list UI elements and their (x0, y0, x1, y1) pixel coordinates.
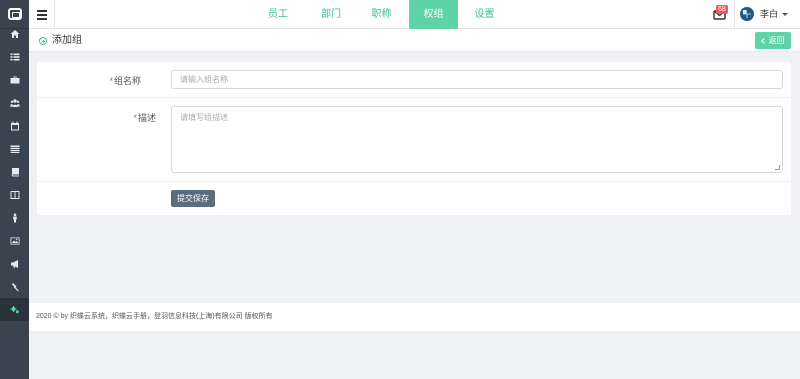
divider (37, 181, 791, 182)
tab-departments[interactable]: 部门 (302, 0, 360, 29)
page-title: 添加组 (52, 35, 82, 46)
sidebar-item-announcement[interactable] (0, 252, 29, 275)
sidebar-item-table[interactable] (0, 137, 29, 160)
logo-icon (7, 8, 22, 20)
briefcase-icon (10, 76, 19, 83)
sidebar-item-image[interactable] (0, 229, 29, 252)
sidebar-item-settings[interactable] (0, 298, 29, 321)
sidebar-item-list[interactable] (0, 45, 29, 68)
divider (37, 97, 791, 98)
page-header: 添加组 返回 (29, 29, 800, 52)
sidebar-item-home[interactable] (0, 22, 29, 45)
required-mark: * (109, 76, 113, 86)
megaphone-icon (10, 259, 18, 268)
sidebar (0, 0, 29, 379)
description-placeholder: 请填写组描述 (180, 113, 228, 122)
add-group-form: *组名称 请输入组名称 *描述 请填写组描述 提交保存 (37, 62, 791, 215)
top-navbar: 员工 部门 职称 权组 设置 68 李白 (29, 0, 800, 29)
back-button[interactable]: 返回 (755, 32, 791, 49)
calendar-icon (10, 121, 19, 130)
menu-toggle-button[interactable] (29, 0, 55, 29)
sidebar-item-gavel[interactable] (0, 275, 29, 298)
table-icon (10, 145, 19, 153)
back-button-label: 返回 (768, 36, 785, 45)
tab-employees[interactable]: 员工 (248, 0, 308, 29)
chevron-left-icon (760, 37, 767, 44)
required-mark: * (133, 113, 137, 123)
submit-save-button[interactable]: 提交保存 (171, 190, 215, 207)
person-icon (12, 213, 17, 222)
sidebar-item-users[interactable] (0, 91, 29, 114)
plus-circle-icon (39, 37, 47, 45)
sidebar-item-calendar[interactable] (0, 114, 29, 137)
resize-handle[interactable] (774, 165, 781, 170)
home-icon (10, 29, 19, 38)
list-icon (10, 53, 19, 60)
gavel-icon (11, 282, 19, 291)
group-name-label: *组名称 (109, 76, 141, 86)
sidebar-item-book[interactable] (0, 160, 29, 183)
sidebar-item-columns[interactable] (0, 183, 29, 206)
divider (734, 0, 735, 29)
tab-job-titles[interactable]: 职称 (355, 0, 408, 29)
messages-count-badge: 68 (716, 5, 728, 14)
tab-settings[interactable]: 设置 (459, 0, 510, 29)
footer: 2020 © by 织蝶云系统，织蝶云手册，登羽信息科技(上海)有限公司 版权所… (29, 303, 800, 331)
hamburger-icon (36, 9, 47, 12)
image-icon (10, 237, 19, 244)
sidebar-menu (0, 22, 29, 321)
sidebar-item-briefcase[interactable] (0, 68, 29, 91)
avatar[interactable] (740, 7, 754, 21)
description-textarea[interactable]: 请填写组描述 (171, 106, 783, 173)
chevron-down-icon[interactable] (782, 13, 788, 16)
book-icon (11, 167, 19, 176)
description-label: *描述 (133, 113, 156, 123)
group-name-input[interactable]: 请输入组名称 (171, 70, 783, 89)
columns-icon (10, 190, 19, 199)
copyright-text: 2020 © by 织蝶云系统，织蝶云手册，登羽信息科技(上海)有限公司 版权所… (36, 313, 273, 320)
tab-permission-groups[interactable]: 权组 (409, 0, 458, 29)
user-name[interactable]: 李白 (760, 0, 778, 29)
gears-icon (10, 305, 19, 313)
users-icon (9, 98, 20, 107)
sidebar-item-person[interactable] (0, 206, 29, 229)
